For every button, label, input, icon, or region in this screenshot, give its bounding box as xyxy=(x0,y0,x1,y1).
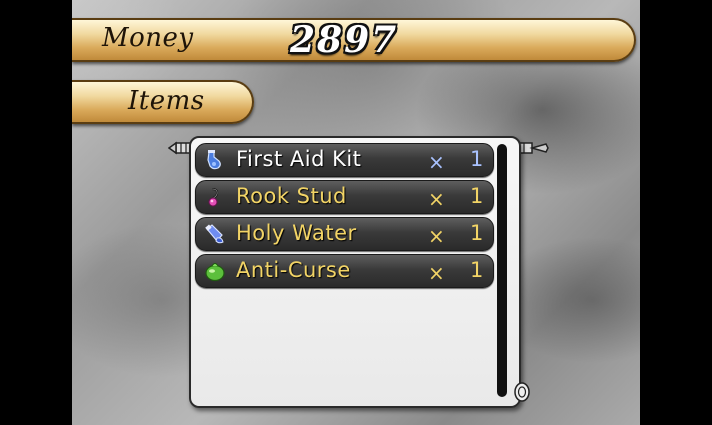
money-label: Money xyxy=(102,23,194,53)
holy-water-icon xyxy=(205,224,224,244)
item-row-holy-water[interactable]: Holy Water × 1 xyxy=(195,217,494,251)
item-name: Anti-Curse xyxy=(236,258,351,282)
earring-icon xyxy=(208,188,219,207)
anti-curse-icon xyxy=(205,263,225,282)
item-row-first-aid-kit[interactable]: First Aid Kit × 1 xyxy=(195,143,494,177)
item-multiplier: × xyxy=(428,224,445,248)
item-multiplier: × xyxy=(428,150,445,174)
item-row-anti-curse[interactable]: Anti-Curse × 1 xyxy=(195,254,494,288)
items-label: Items xyxy=(128,86,205,116)
item-name: First Aid Kit xyxy=(236,147,362,171)
scroll-curl-icon xyxy=(514,382,530,402)
game-background: Money 2897 Items First Aid Kit × 1 Rook … xyxy=(72,0,640,425)
item-name: Holy Water xyxy=(236,221,357,245)
items-tab[interactable]: Items xyxy=(72,80,254,124)
money-value: 2897 xyxy=(290,19,399,61)
item-quantity: 1 xyxy=(470,147,484,171)
list-scrollbar[interactable] xyxy=(497,144,507,397)
potion-bottle-icon xyxy=(207,150,221,170)
item-quantity: 1 xyxy=(470,184,484,208)
item-name: Rook Stud xyxy=(236,184,347,208)
money-bar: Money 2897 xyxy=(72,18,636,62)
item-multiplier: × xyxy=(428,187,445,211)
item-row-rook-stud[interactable]: Rook Stud × 1 xyxy=(195,180,494,214)
item-quantity: 1 xyxy=(470,258,484,282)
item-quantity: 1 xyxy=(470,221,484,245)
item-multiplier: × xyxy=(428,261,445,285)
